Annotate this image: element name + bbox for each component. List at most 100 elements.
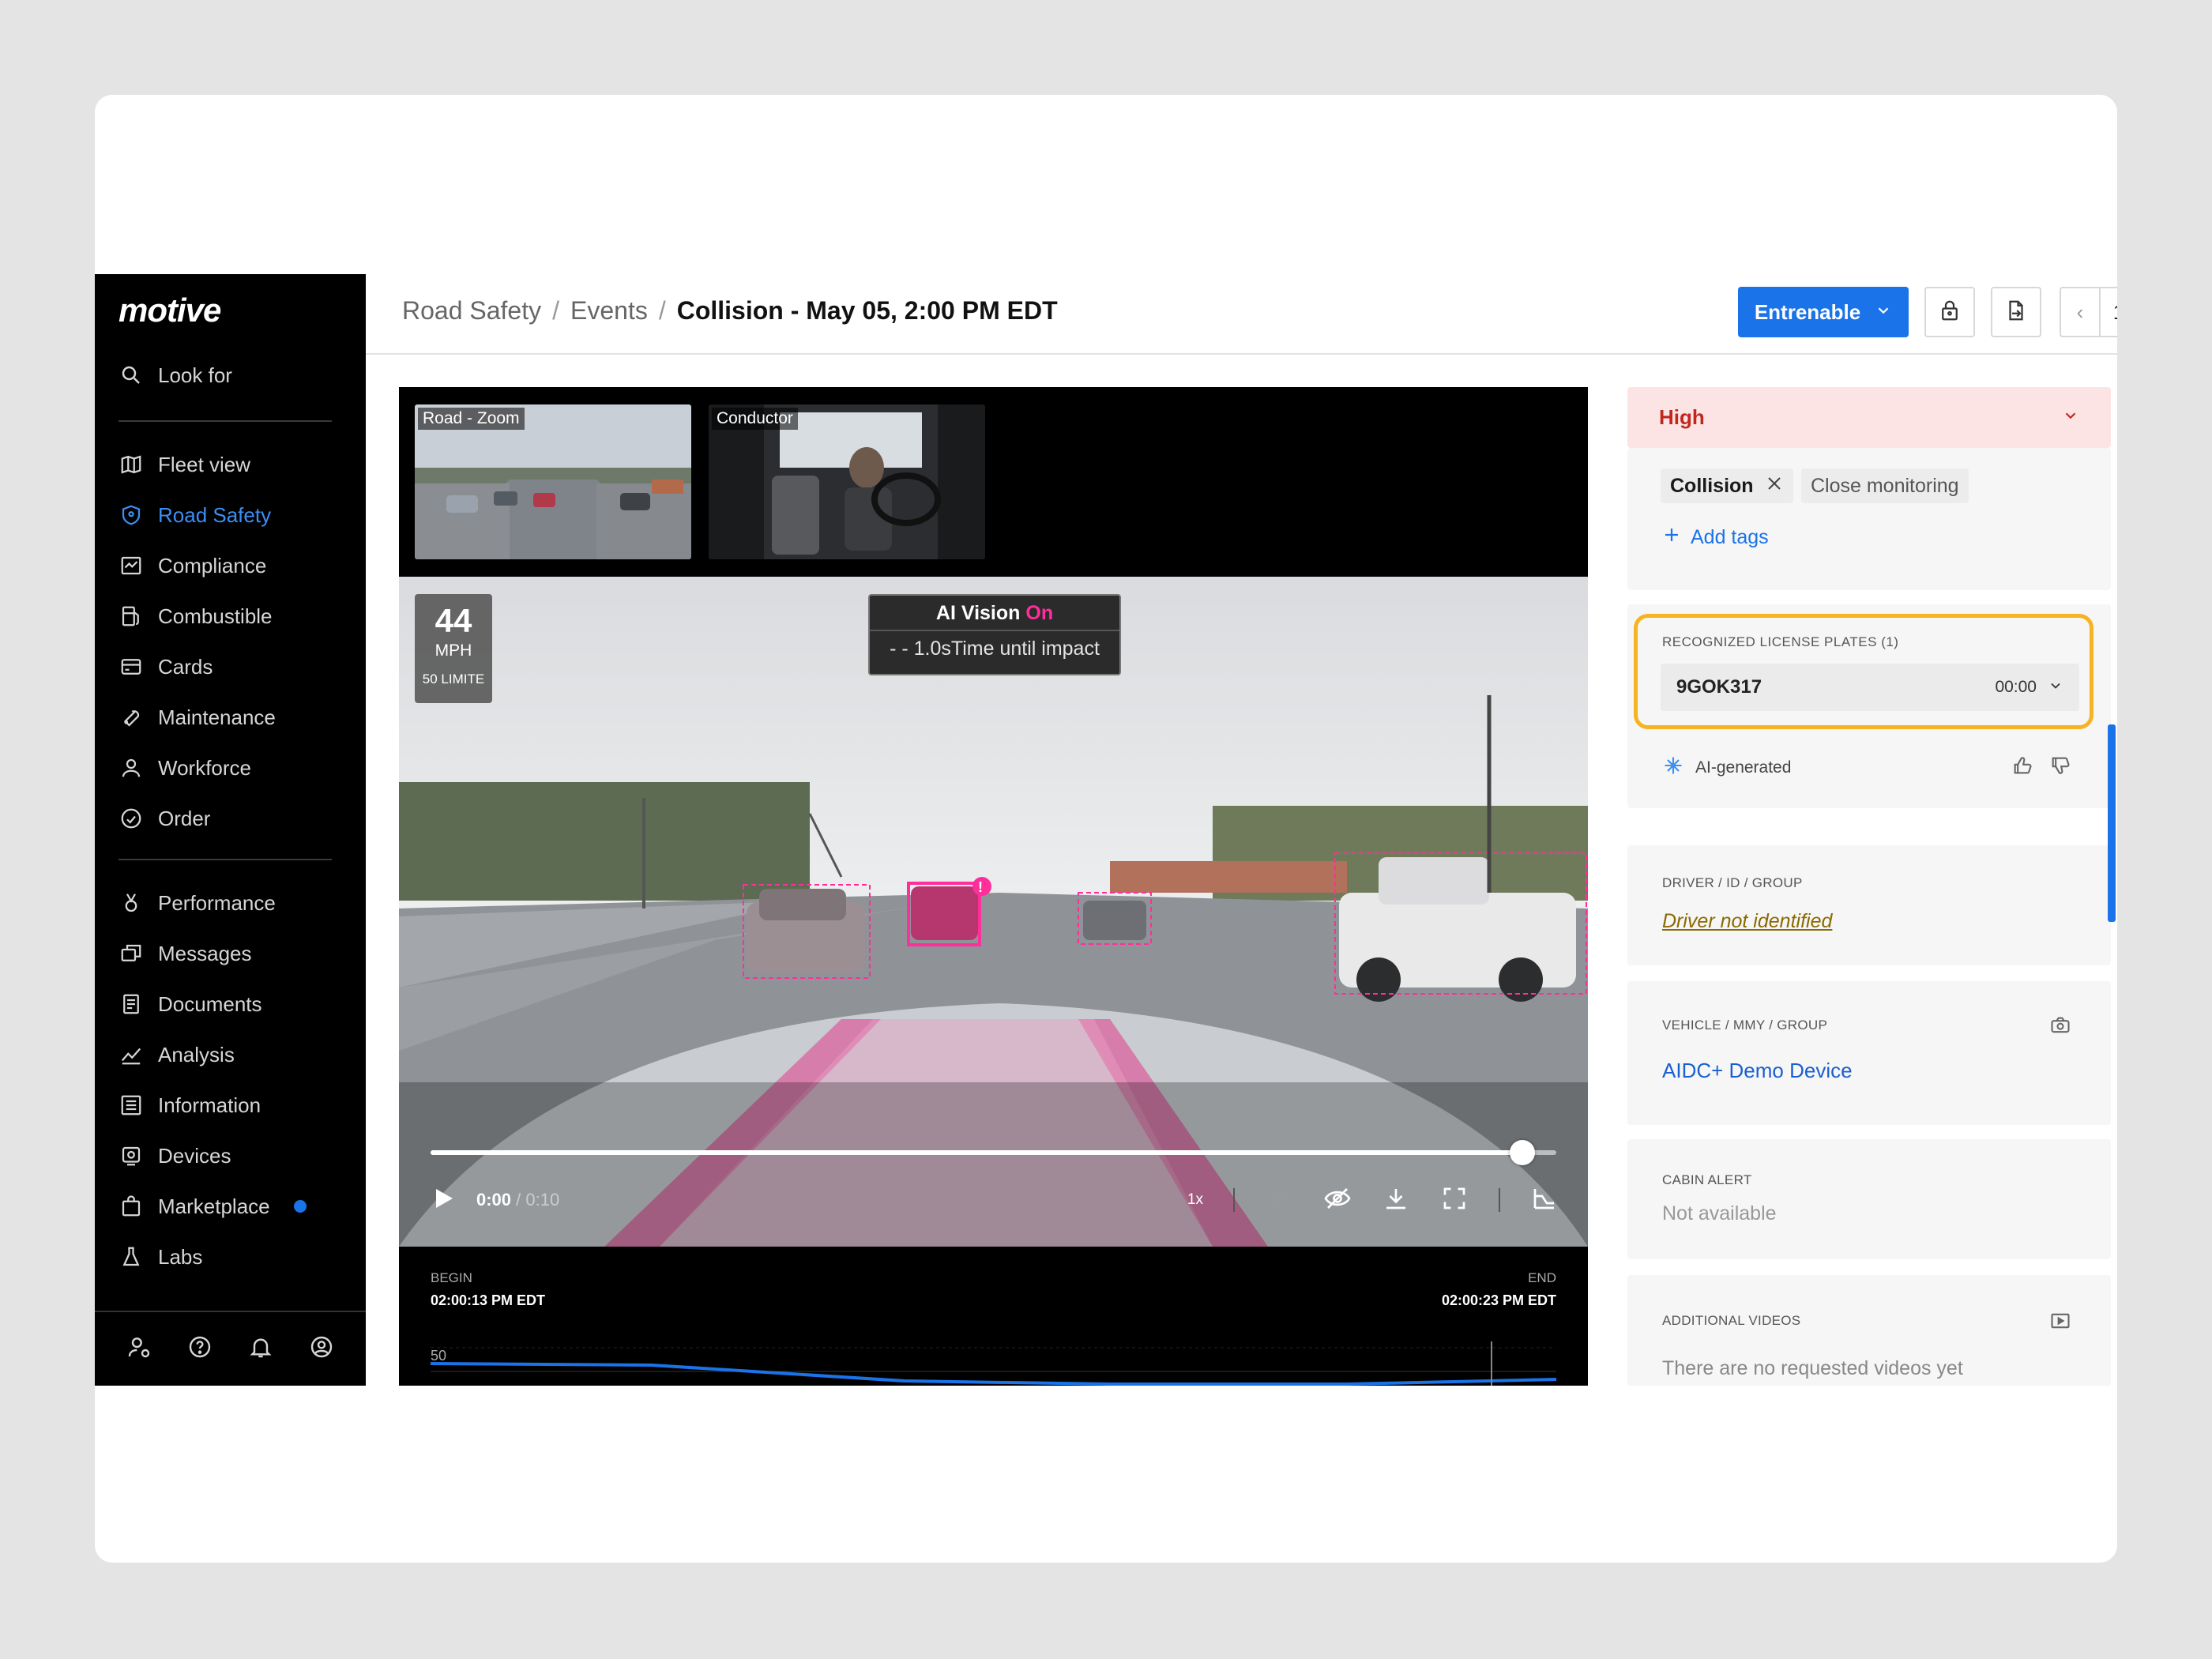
eye-off-icon[interactable] (1323, 1184, 1352, 1217)
sidebar-item-label: Workforce (158, 755, 251, 780)
thumbnail-road-zoom[interactable]: Road - Zoom (415, 404, 691, 559)
card-icon (118, 654, 144, 679)
lock-button[interactable] (1924, 287, 1975, 337)
sidebar-item-labs[interactable]: Labs (118, 1237, 348, 1277)
event-details-panel: High Collision Close monitoring Add tags (1627, 387, 2117, 1386)
document-icon (118, 991, 144, 1017)
driver-not-identified-link[interactable]: Driver not identified (1662, 910, 1832, 933)
seek-bar-fill (431, 1150, 1523, 1155)
wrench-icon (118, 705, 144, 730)
tag-icon (118, 806, 144, 831)
play-icon[interactable] (429, 1184, 457, 1217)
speed-unit: MPH (434, 641, 472, 660)
breadcrumb: Road Safety / Events / Collision - May 0… (402, 296, 1058, 325)
sidebar-item-cards[interactable]: Cards (118, 647, 348, 687)
ai-generated-label: AI-generated (1695, 758, 1792, 777)
severity-dropdown[interactable]: High (1627, 387, 2111, 448)
time-until-impact: - - 1.0sTime until impact (890, 638, 1100, 660)
thumbnail-conductor[interactable]: Conductor (709, 404, 985, 559)
breadcrumb-separator: / (658, 296, 666, 325)
speed-indicator: 44 MPH 50 LIMITE (415, 594, 492, 703)
file-export-icon (2004, 299, 2028, 326)
feedback-buttons (2011, 754, 2071, 781)
vehicle-link[interactable]: AIDC+ Demo Device (1662, 1059, 1853, 1083)
close-icon[interactable] (1765, 474, 1784, 498)
chart-toggle-icon[interactable] (1530, 1184, 1559, 1217)
sidebar-item-label: Road Safety (158, 502, 272, 527)
video-seek-bar[interactable] (431, 1140, 1556, 1165)
compliance-icon (118, 553, 144, 578)
thumbnail-label: Conductor (712, 408, 798, 430)
sidebar-item-label: Combustible (158, 604, 273, 628)
sidebar-item-maintenance[interactable]: Maintenance (118, 698, 348, 737)
event-timeline: BEGIN 02:00:13 PM EDT END 02:00:23 PM ED… (399, 1247, 1588, 1386)
sidebar-item-label: Performance (158, 890, 276, 915)
sidebar-item-road-safety[interactable]: Road Safety (118, 495, 348, 535)
playback-rate-button[interactable]: 1x (1187, 1191, 1203, 1209)
motive-logo[interactable]: motive (118, 292, 221, 329)
sidebar-item-performance[interactable]: Performance (118, 883, 348, 923)
sidebar-item-combustible[interactable]: Combustible (118, 596, 348, 636)
plus-icon (1662, 525, 1681, 550)
sidebar-item-documents[interactable]: Documents (118, 984, 348, 1024)
video-controls: 0:00 / 0:10 1x (429, 1180, 1559, 1220)
video-request-icon[interactable] (2049, 1310, 2071, 1336)
add-tags-button[interactable]: Add tags (1662, 525, 1769, 550)
camera-device-icon[interactable] (2049, 1014, 2071, 1040)
help-icon[interactable] (187, 1334, 213, 1364)
road-video-frame[interactable]: ! 44 MPH 50 LIMITE AI Vision On - - 1.0s… (399, 577, 1588, 1247)
user-settings-icon[interactable] (126, 1334, 152, 1364)
tag-label: Collision (1670, 474, 1754, 497)
sidebar-item-label: Messages (158, 941, 252, 965)
fullscreen-icon[interactable] (1440, 1184, 1469, 1217)
sidebar-item-messages[interactable]: Messages (118, 934, 348, 973)
additional-videos-empty: There are no requested videos yet (1662, 1357, 1963, 1379)
sidebar-item-workforce[interactable]: Workforce (118, 748, 348, 788)
lock-icon (1938, 299, 1962, 326)
license-plate-number: 9GOK317 (1676, 676, 1762, 698)
ai-overlay-off-icon[interactable] (1265, 1184, 1293, 1217)
sidebar-item-information[interactable]: Information (118, 1085, 348, 1125)
export-button[interactable] (1991, 287, 2041, 337)
thumbs-down-icon[interactable] (2049, 754, 2071, 781)
sidebar-item-fleet-view[interactable]: Fleet view (118, 445, 348, 484)
download-icon[interactable] (1382, 1184, 1410, 1217)
panel-scrollbar[interactable] (2108, 724, 2116, 922)
event-pager: ‹ 1 / 1 › (2060, 287, 2117, 337)
dashcam-scene: ! (399, 577, 1588, 1247)
prev-event-button[interactable]: ‹ (2061, 288, 2099, 336)
sidebar-item-label: Labs (158, 1244, 203, 1269)
thumbs-up-icon[interactable] (2011, 754, 2033, 781)
chevron-down-icon (2048, 678, 2063, 698)
license-plates-section: RECOGNIZED LICENSE PLATES (1) 9GOK317 00… (1627, 604, 2111, 808)
bell-icon[interactable] (248, 1334, 273, 1364)
sidebar-item-analysis[interactable]: Analysis (118, 1035, 348, 1074)
video-player: Road - Zoom Conductor ! 44 MPH 50 LIMITE… (399, 387, 1588, 1386)
tag-label: Close monitoring (1811, 474, 1959, 497)
sidebar-item-label: Information (158, 1093, 261, 1117)
sidebar-item-compliance[interactable]: Compliance (118, 546, 348, 585)
sidebar-item-order[interactable]: Order (118, 799, 348, 838)
cabin-alert-section: CABIN ALERT Not available (1627, 1139, 2111, 1259)
search-label: Look for (158, 363, 232, 387)
search-button[interactable]: Look for (118, 363, 232, 388)
entrenable-button[interactable]: Entrenable (1738, 287, 1909, 337)
seek-bar-handle[interactable] (1510, 1140, 1536, 1165)
player-tools: 1x (1187, 1184, 1559, 1217)
person-icon (118, 755, 144, 781)
breadcrumb-events[interactable]: Events (570, 296, 648, 325)
account-icon[interactable] (309, 1334, 334, 1364)
sidebar-item-marketplace[interactable]: Marketplace (118, 1187, 348, 1226)
sidebar-item-label: Fleet view (158, 452, 251, 476)
license-plate-row[interactable]: 9GOK317 00:00 (1661, 664, 2079, 711)
information-icon (118, 1093, 144, 1118)
sidebar-item-label: Marketplace (158, 1194, 270, 1218)
vehicle-section: VEHICLE / MMY / GROUP AIDC+ Demo Device (1627, 981, 2111, 1125)
sidebar-item-label: Documents (158, 991, 262, 1016)
tag-close-monitoring[interactable]: Close monitoring (1801, 468, 1969, 503)
cabin-alert-title: CABIN ALERT (1662, 1172, 1752, 1187)
chevron-down-icon (1875, 300, 1892, 325)
sidebar-item-devices[interactable]: Devices (118, 1136, 348, 1176)
entrenable-button-label: Entrenable (1754, 299, 1861, 324)
breadcrumb-road-safety[interactable]: Road Safety (402, 296, 541, 325)
